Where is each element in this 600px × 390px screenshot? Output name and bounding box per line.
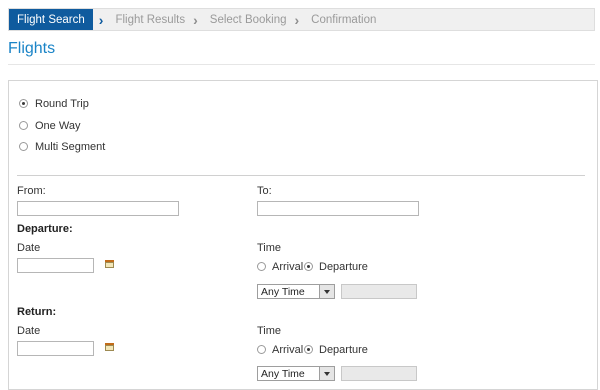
section-divider [17,175,585,176]
return-time-select[interactable]: Any Time [257,366,335,381]
return-time-range-field [341,366,417,381]
return-departure-label: Departure [319,344,368,356]
to-input[interactable] [257,201,419,216]
to-label: To: [257,185,272,197]
return-date-input[interactable] [17,341,94,356]
chevron-right-icon: › [294,11,300,28]
step-select-booking[interactable]: Select Booking [204,9,293,30]
chevron-down-icon[interactable] [319,367,334,380]
departure-arrival-label: Arrival [272,261,304,273]
departure-date-input[interactable] [17,258,94,273]
departure-departure-label: Departure [319,261,368,273]
step-flight-results[interactable]: Flight Results [109,9,191,30]
departure-time-select[interactable]: Any Time [257,284,335,299]
multi-segment-radio[interactable] [19,142,28,151]
return-departure-radio[interactable] [304,345,313,354]
departure-time-label: Time [257,242,282,254]
return-date-label: Date [17,325,41,337]
from-label: From: [17,185,46,197]
return-arrival-radio[interactable] [257,345,266,354]
return-arrival-label: Arrival [272,344,304,356]
departure-departure-radio[interactable] [304,262,313,271]
from-input[interactable] [17,201,179,216]
departure-date-label: Date [17,242,41,254]
departure-time-select-value: Any Time [261,286,305,298]
return-heading: Return: [17,306,57,318]
one-way-label: One Way [35,120,81,132]
calendar-icon[interactable] [105,260,114,268]
round-trip-label: Round Trip [35,98,89,110]
departure-time-range-field [341,284,417,299]
chevron-right-icon: › [193,11,198,28]
calendar-icon[interactable] [105,343,114,351]
return-time-label: Time [257,325,282,337]
title-divider [8,64,595,65]
step-confirmation[interactable]: Confirmation [305,9,382,30]
page-title: Flights [8,40,56,57]
multi-segment-label: Multi Segment [35,141,106,153]
progress-steps: Flight Search › Flight Results › Select … [8,8,595,31]
chevron-down-icon[interactable] [319,285,334,298]
departure-arrival-radio[interactable] [257,262,266,271]
round-trip-radio[interactable] [19,99,28,108]
one-way-radio[interactable] [19,121,28,130]
departure-heading: Departure: [17,223,73,235]
chevron-right-icon: › [98,11,104,28]
return-time-select-value: Any Time [261,368,305,380]
step-flight-search[interactable]: Flight Search [9,9,93,30]
